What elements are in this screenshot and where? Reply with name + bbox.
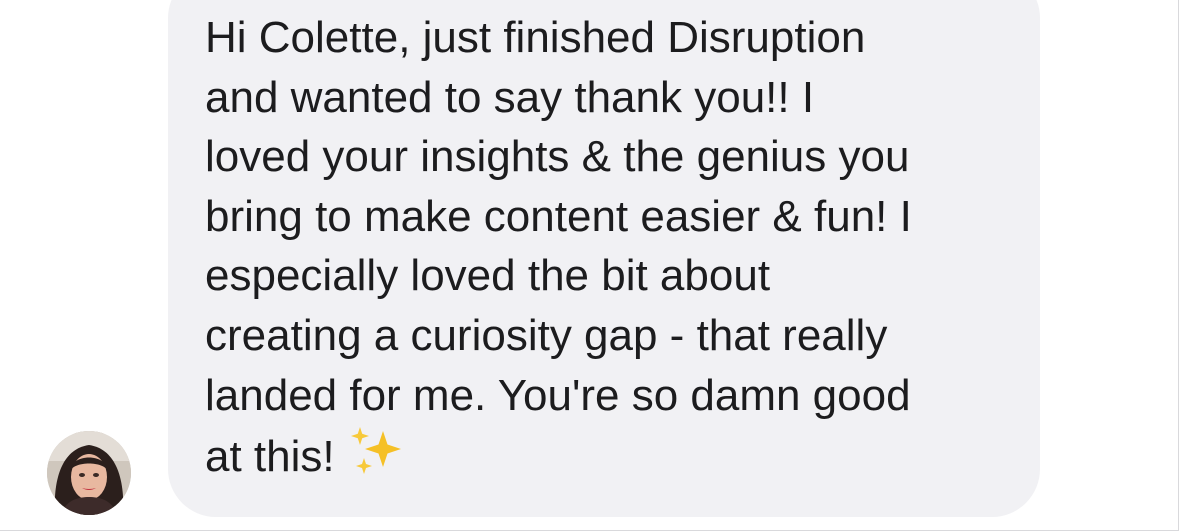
message-line-7: landed for me. You're so damn good [205, 370, 911, 420]
message-line-5: especially loved the bit about [205, 251, 771, 301]
message-line-4: bring to make content easier & fun! I [205, 191, 912, 241]
message-line-2: and wanted to say thank you!! I [205, 72, 815, 122]
avatar-photo-icon [47, 431, 131, 515]
sender-avatar[interactable] [47, 431, 131, 515]
message-thread: Hi Colette, just finished Disruption and… [0, 0, 1179, 531]
message-line-8: at this! [205, 425, 1014, 487]
message-line-1: Hi Colette, just finished Disruption [205, 13, 866, 62]
message-line-3: loved your insights & the genius you [205, 132, 910, 182]
message-line-8-text: at this! [205, 432, 335, 482]
message-bubble[interactable]: Hi Colette, just finished Disruption and… [168, 0, 1040, 517]
sparkles-emoji-icon [350, 427, 401, 475]
message-line-6: creating a curiosity gap - that really [205, 310, 888, 360]
